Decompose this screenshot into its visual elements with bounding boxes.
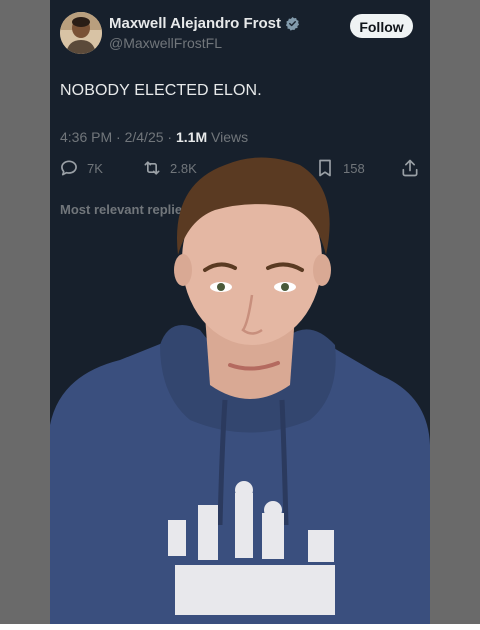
meta-separator: · <box>112 129 125 145</box>
follow-button[interactable]: Follow <box>350 14 413 38</box>
right-frame-bar <box>430 0 480 630</box>
verified-badge-icon <box>285 16 300 31</box>
right-ear <box>313 254 331 286</box>
left-pupil <box>217 283 225 291</box>
tweet-meta: 4:36 PM · 2/4/25 · 1.1M Views <box>60 129 248 145</box>
views-count: 1.1M <box>175 129 208 145</box>
right-pupil <box>281 283 289 291</box>
tweet-card: Maxwell Alejandro Frost @MaxwellFrostFL … <box>50 0 430 624</box>
author-name-row[interactable]: Maxwell Alejandro Frost <box>109 15 300 32</box>
tweet-date[interactable]: 2/4/25 <box>125 129 164 145</box>
left-frame-bar <box>0 0 50 630</box>
author-block: Maxwell Alejandro Frost @MaxwellFrostFL <box>109 15 300 51</box>
author-display-name[interactable]: Maxwell Alejandro Frost <box>109 15 281 32</box>
author-handle[interactable]: @MaxwellFrostFL <box>109 35 300 51</box>
author-avatar[interactable] <box>60 12 102 54</box>
tweet-time[interactable]: 4:36 PM <box>60 129 112 145</box>
tweet-text: NOBODY ELECTED ELON. <box>60 82 262 99</box>
meta-separator: · <box>163 129 176 145</box>
presenter-video-overlay <box>50 157 430 624</box>
views-label: Views <box>211 129 249 145</box>
bottom-strip <box>0 624 480 630</box>
left-ear <box>174 254 192 286</box>
